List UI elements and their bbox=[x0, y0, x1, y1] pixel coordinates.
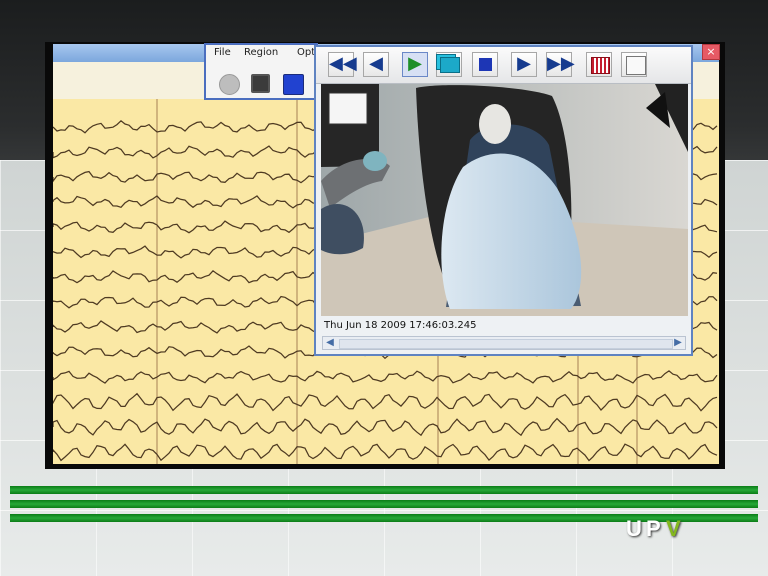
laptop-screen bbox=[328, 92, 368, 125]
video-scrollbar[interactable]: ◀ ▶ bbox=[322, 336, 686, 350]
rewind-button[interactable]: ◀◀ bbox=[328, 52, 357, 77]
grid-icon bbox=[591, 57, 610, 74]
video-window: ◀◀ ◀ ▶ ▶ ▶▶ Thu Jun 18 2009 17:46:03.245… bbox=[314, 45, 693, 356]
region-toolbar: File Region Opt bbox=[204, 43, 318, 100]
circle-tool-icon[interactable] bbox=[219, 74, 240, 95]
save-icon bbox=[626, 56, 646, 75]
save-button[interactable] bbox=[621, 52, 647, 77]
logo-p: P bbox=[646, 516, 661, 541]
eeg-channel-trace bbox=[53, 417, 718, 437]
eeg-channel-trace bbox=[53, 392, 718, 412]
patient-video-feed bbox=[321, 84, 688, 316]
stop-button[interactable] bbox=[472, 52, 498, 77]
logo-u: U bbox=[626, 516, 642, 541]
close-icon[interactable]: × bbox=[702, 44, 720, 60]
cup bbox=[363, 151, 387, 171]
eeg-channel-trace bbox=[53, 370, 718, 384]
play-button[interactable]: ▶ bbox=[402, 52, 428, 77]
upv-logo: U P V bbox=[626, 510, 694, 544]
logo-v: V bbox=[666, 516, 681, 541]
grid-button[interactable] bbox=[586, 52, 612, 77]
patient-room-image bbox=[321, 84, 688, 316]
step-forward-button[interactable]: ▶ bbox=[511, 52, 537, 77]
file-menu[interactable]: File bbox=[214, 47, 231, 58]
scroll-right-icon[interactable]: ▶ bbox=[672, 337, 684, 349]
square-tool-icon[interactable] bbox=[283, 74, 304, 95]
scroll-thumb[interactable] bbox=[339, 339, 673, 349]
stop-icon bbox=[479, 58, 492, 71]
film-tool-icon[interactable] bbox=[251, 74, 270, 93]
copy-button[interactable] bbox=[436, 52, 462, 77]
options-menu[interactable]: Opt bbox=[297, 47, 315, 58]
region-menu[interactable]: Region bbox=[244, 47, 278, 58]
step-back-button[interactable]: ◀ bbox=[363, 52, 389, 77]
video-toolbar: ◀◀ ◀ ▶ ▶ ▶▶ bbox=[316, 47, 691, 84]
patient-head bbox=[479, 104, 511, 144]
eeg-channel-trace bbox=[53, 443, 718, 462]
fast-forward-button[interactable]: ▶▶ bbox=[546, 52, 575, 77]
scroll-left-icon[interactable]: ◀ bbox=[324, 337, 336, 349]
copy-icon bbox=[440, 57, 460, 73]
video-timestamp: Thu Jun 18 2009 17:46:03.245 bbox=[324, 320, 477, 331]
